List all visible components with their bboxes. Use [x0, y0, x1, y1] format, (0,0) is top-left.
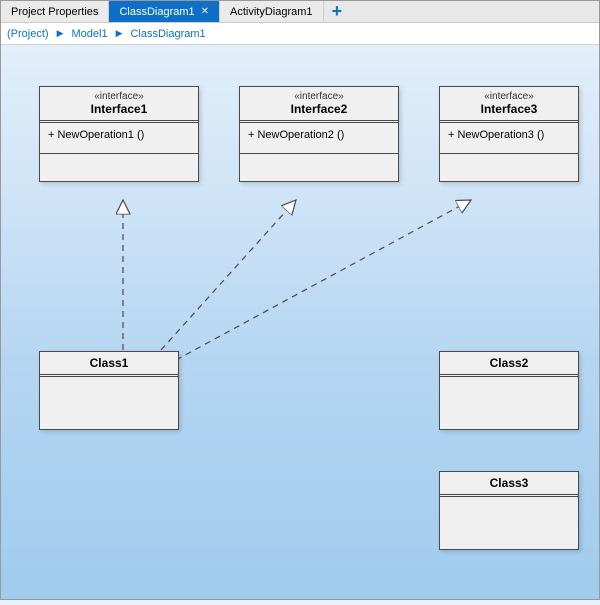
interface2-empty [240, 153, 398, 181]
stereotype-label: «interface» [46, 91, 192, 102]
class-name: Class1 [46, 356, 172, 370]
interface2-title: «interface» Interface2 [240, 87, 398, 123]
plus-icon: + [332, 1, 343, 22]
interface3-empty [440, 153, 578, 181]
diagram-canvas[interactable]: «interface» Interface1 + NewOperation1 (… [1, 45, 599, 599]
class2-body [440, 377, 578, 429]
interface1-empty [40, 153, 198, 181]
class1-body [40, 377, 178, 429]
stereotype-label: «interface» [446, 91, 572, 102]
add-tab-button[interactable]: + [324, 1, 351, 22]
tab-label: ActivityDiagram1 [230, 6, 313, 18]
interface-name: Interface3 [446, 102, 572, 116]
class2-title: Class2 [440, 352, 578, 377]
class3-title: Class3 [440, 472, 578, 497]
interface-name: Interface1 [46, 102, 192, 116]
breadcrumb: (Project) ▶ Model1 ▶ ClassDiagram1 [1, 23, 599, 45]
interface-name: Interface2 [246, 102, 392, 116]
breadcrumb-model[interactable]: Model1 [71, 28, 107, 40]
class3-body [440, 497, 578, 549]
interface1-title: «interface» Interface1 [40, 87, 198, 123]
tab-activity-diagram[interactable]: ActivityDiagram1 [220, 1, 324, 22]
stereotype-label: «interface» [246, 91, 392, 102]
tab-class-diagram[interactable]: ClassDiagram1 ✕ [109, 1, 220, 22]
interface3-title: «interface» Interface3 [440, 87, 578, 123]
class-name: Class3 [446, 476, 572, 490]
close-icon[interactable]: ✕ [201, 6, 209, 17]
class2-box[interactable]: Class2 [439, 351, 579, 430]
class-name: Class2 [446, 356, 572, 370]
class3-box[interactable]: Class3 [439, 471, 579, 550]
tab-bar: Project Properties ClassDiagram1 ✕ Activ… [1, 1, 599, 23]
class1-title: Class1 [40, 352, 178, 377]
chevron-right-icon: ▶ [116, 28, 123, 39]
interface2-box[interactable]: «interface» Interface2 + NewOperation2 (… [239, 86, 399, 182]
interface2-operations: + NewOperation2 () [240, 123, 398, 153]
interface1-operations: + NewOperation1 () [40, 123, 198, 153]
tab-label: Project Properties [11, 6, 98, 18]
breadcrumb-diagram[interactable]: ClassDiagram1 [130, 28, 205, 40]
class1-box[interactable]: Class1 [39, 351, 179, 430]
breadcrumb-project[interactable]: (Project) [7, 28, 49, 40]
interface3-box[interactable]: «interface» Interface3 + NewOperation3 (… [439, 86, 579, 182]
tab-project-properties[interactable]: Project Properties [1, 1, 109, 22]
interface1-box[interactable]: «interface» Interface1 + NewOperation1 (… [39, 86, 199, 182]
interface3-operations: + NewOperation3 () [440, 123, 578, 153]
tab-label: ClassDiagram1 [119, 6, 194, 18]
chevron-right-icon: ▶ [57, 28, 64, 39]
